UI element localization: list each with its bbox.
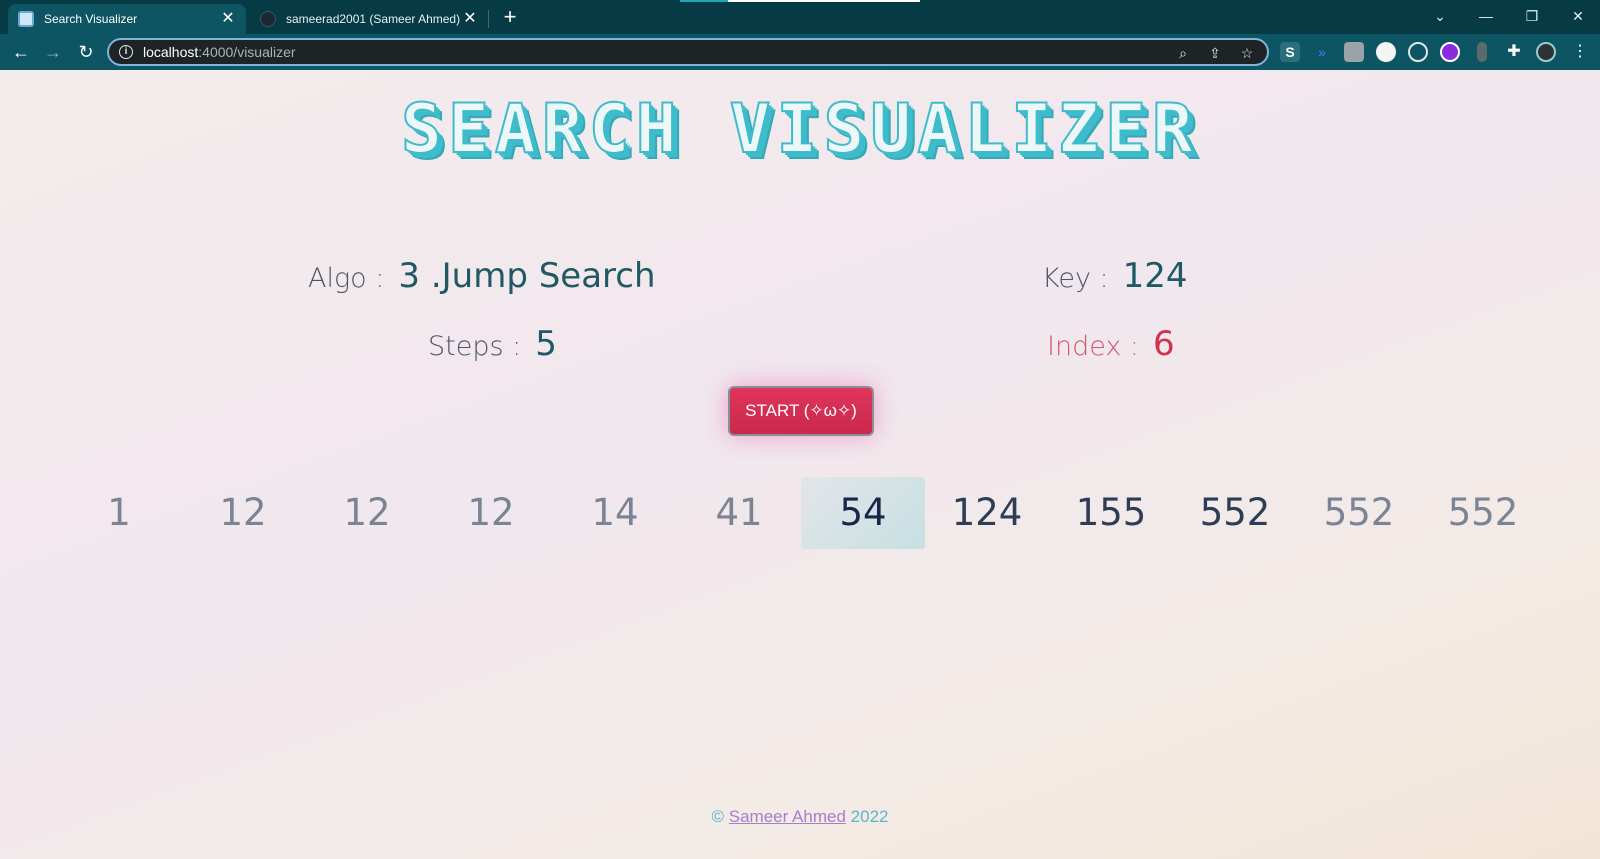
url-text[interactable]: localhost:4000/visualizer [143,44,296,60]
extension-audio-icon[interactable]: » [1312,42,1332,62]
steps-info: Steps : 5 [428,324,557,364]
array-cell: 1 [107,491,131,534]
tab-divider [488,10,489,28]
extension-box-icon[interactable] [1344,42,1364,62]
extension-grey-icon[interactable] [1477,42,1487,62]
index-value: 6 [1153,324,1175,364]
zoom-icon[interactable]: ⌕ [1173,43,1193,63]
tab-github-profile[interactable]: sameerad2001 (Sameer Ahmed) ✕ [250,4,488,34]
tab-strip-accent [728,0,920,2]
page-content: SEARCH VISUALIZER Algo : 3 .Jump Search … [0,70,1600,859]
array-display: 1 12 12 12 14 41 54 124 155 552 552 552 [57,477,1545,549]
back-arrow-icon[interactable]: ← [9,40,33,64]
address-bar[interactable]: i localhost:4000/visualizer ⌕ ⇪ ☆ [107,38,1269,66]
minimize-icon[interactable]: — [1466,4,1506,28]
tab-title: Search Visualizer [44,12,138,26]
copyright-symbol: © [711,807,725,826]
array-cell-current: 54 [801,477,925,549]
footer-year: 2022 [850,807,889,826]
extensions-puzzle-icon[interactable]: ✚ [1504,42,1524,62]
url-host: localhost [143,44,199,60]
array-cell: 12 [467,491,515,534]
github-favicon-icon [260,11,276,27]
array-cell: 12 [219,491,267,534]
start-button[interactable]: START (✧ω✧) [728,386,874,436]
author-link[interactable]: Sameer Ahmed [729,807,846,826]
tab-search-visualizer[interactable]: Search Visualizer ✕ [8,4,246,34]
array-cell: 12 [343,491,391,534]
tab-title: sameerad2001 (Sameer Ahmed) [286,12,461,26]
array-cell: 14 [591,491,639,534]
extension-purple-icon[interactable] [1440,42,1460,62]
algo-label: Algo : [308,263,385,294]
extension-s-icon[interactable]: S [1280,42,1300,62]
site-info-icon[interactable]: i [119,45,133,59]
key-label: Key : [1042,263,1109,294]
menu-kebab-icon[interactable]: ⋮ [1570,42,1590,62]
reload-icon[interactable]: ↻ [74,40,98,64]
tab-strip-accent [680,0,728,2]
algo-info: Algo : 3 .Jump Search [308,256,656,296]
window-close-icon[interactable]: ✕ [1558,4,1598,28]
share-icon[interactable]: ⇪ [1205,43,1225,63]
key-info: Key : 124 [1042,256,1188,296]
array-cell: 41 [715,491,763,534]
array-cell: 155 [1075,491,1147,534]
index-label: Index : [1047,331,1140,362]
new-tab-button[interactable]: + [498,6,522,30]
key-value: 124 [1122,256,1188,296]
tab-search-icon[interactable]: ⌄ [1420,4,1460,28]
page-title: SEARCH VISUALIZER [400,89,1199,170]
url-path: :4000/visualizer [198,44,296,60]
array-cell: 552 [1447,491,1519,534]
array-cell: 552 [1199,491,1271,534]
steps-label: Steps : [428,331,522,362]
forward-arrow-icon[interactable]: → [41,40,65,64]
bookmark-star-icon[interactable]: ☆ [1237,43,1257,63]
algo-value: 3 .Jump Search [398,256,656,296]
array-cell: 552 [1323,491,1395,534]
restore-icon[interactable]: ❐ [1512,4,1552,28]
footer: © Sameer Ahmed 2022 [0,807,1600,827]
site-favicon-icon [18,11,34,27]
extension-target-icon[interactable] [1408,42,1428,62]
steps-value: 5 [535,324,557,364]
close-icon[interactable]: ✕ [220,11,236,27]
array-cell: 124 [951,491,1023,534]
extension-white-icon[interactable] [1376,42,1396,62]
profile-avatar[interactable] [1536,42,1556,62]
close-icon[interactable]: ✕ [462,11,478,27]
browser-toolbar: ← → ↻ i localhost:4000/visualizer ⌕ ⇪ ☆ … [0,34,1600,70]
index-info: Index : 6 [1047,324,1175,364]
browser-tab-strip: Search Visualizer ✕ sameerad2001 (Sameer… [0,0,1600,34]
